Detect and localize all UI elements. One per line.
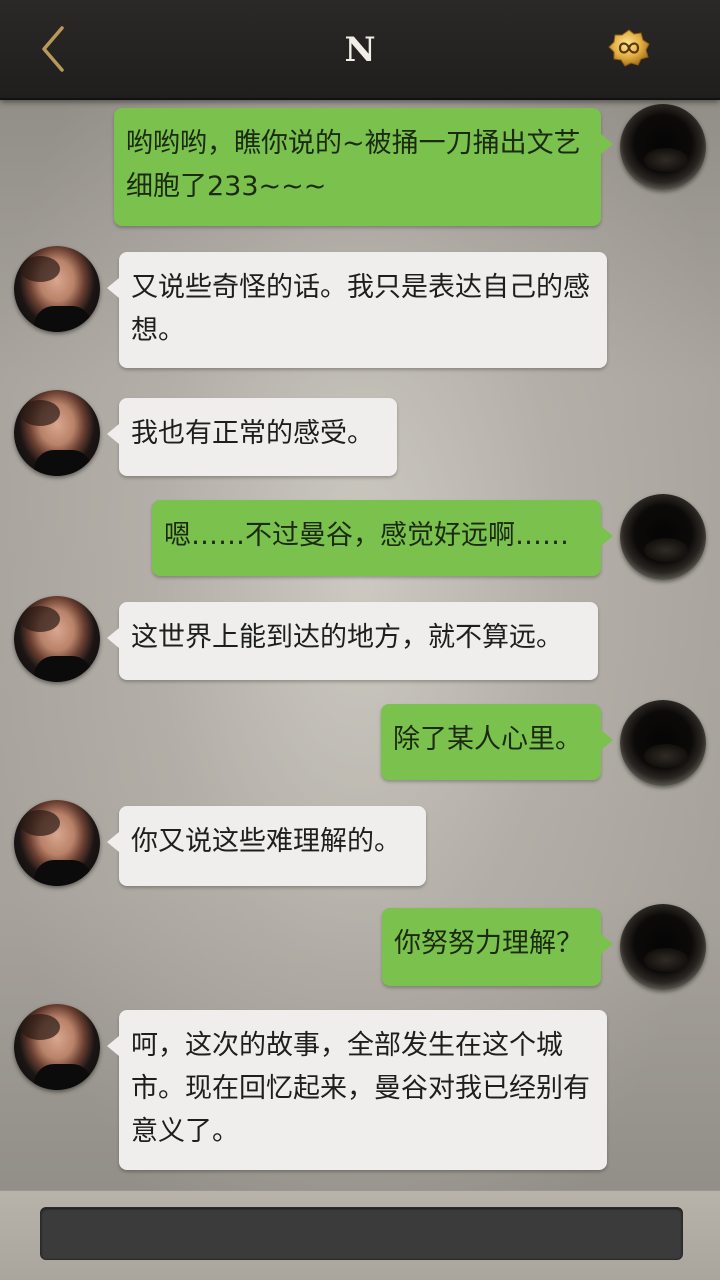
- top-bar: N: [0, 0, 720, 100]
- incoming-message-bubble[interactable]: 又说些奇怪的话。我只是表达自己的感想。: [107, 252, 607, 368]
- message-input[interactable]: [40, 1207, 683, 1260]
- outgoing-message-bubble[interactable]: 嗯……不过曼谷，感觉好远啊……: [152, 500, 613, 576]
- infinity-coin-button[interactable]: [606, 28, 652, 68]
- incoming-message-bubble[interactable]: 这世界上能到达的地方，就不算远。: [107, 602, 598, 680]
- incoming-message-bubble[interactable]: 呵，这次的故事，全部发生在这个城市。现在回忆起来，曼谷对我已经别有意义了。: [107, 1010, 607, 1170]
- my-avatar[interactable]: [620, 904, 706, 990]
- my-avatar[interactable]: [620, 104, 706, 190]
- outgoing-message-bubble[interactable]: 哟哟哟，瞧你说的~被捅一刀捅出文艺细胞了233~~~: [114, 108, 613, 226]
- contact-avatar[interactable]: [14, 596, 100, 682]
- contact-avatar[interactable]: [14, 246, 100, 332]
- contact-avatar[interactable]: [14, 1004, 100, 1090]
- incoming-message-bubble[interactable]: 我也有正常的感受。: [107, 398, 397, 476]
- outgoing-message-bubble[interactable]: 你努努力理解？: [382, 908, 613, 986]
- infinity-coin-icon: [608, 29, 650, 67]
- contact-avatar[interactable]: [14, 800, 100, 886]
- outgoing-message-bubble[interactable]: 除了某人心里。: [381, 704, 613, 780]
- incoming-message-bubble[interactable]: 你又说这些难理解的。: [107, 806, 426, 886]
- contact-avatar[interactable]: [14, 390, 100, 476]
- my-avatar[interactable]: [620, 494, 706, 580]
- my-avatar[interactable]: [620, 700, 706, 786]
